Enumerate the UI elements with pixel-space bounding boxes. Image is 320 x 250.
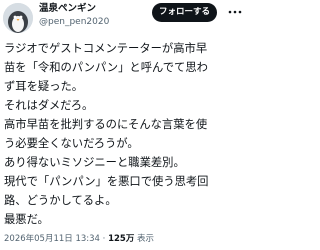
views-label: 表示: [137, 234, 155, 244]
tweet-text-line: あり得ないミソジニーと職業差別。: [4, 156, 185, 169]
tweet-text-line: 高市早苗を批判するのにそんな言葉を使: [4, 118, 208, 131]
penguin-avatar-icon: [3, 3, 33, 33]
tweet-text-line: ラジオでゲストコメンテーターが高市早: [4, 42, 208, 55]
avatar[interactable]: [3, 3, 33, 33]
more-dots-icon[interactable]: [228, 8, 242, 16]
author-display-name[interactable]: 温泉ペンギン: [39, 3, 96, 15]
author-handle[interactable]: @pen_pen2020: [39, 17, 109, 28]
views-count: 125万: [108, 234, 135, 244]
tweet-card: 温泉ペンギン @pen_pen2020 フォローする ラジオでゲストコメンテータ…: [0, 0, 247, 250]
tweet-text-line: それはダメだろ。: [4, 99, 94, 112]
tweet-text-line: 路、どうかしてるよ。: [4, 194, 117, 207]
meta-separator: ·: [102, 234, 106, 244]
tweet-text-line: 苗を「令和のパンパン」と呼んでて思わ: [4, 61, 208, 74]
follow-button[interactable]: フォローする: [152, 3, 217, 22]
tweet-text-line: ず耳を疑った。: [4, 80, 84, 93]
tweet-text-line: う必要全くないだろうが。: [4, 137, 139, 150]
tweet-text-line: 最悪だ。: [4, 213, 49, 226]
tweet-meta: 2026年05月11日 13:34 · 125万 表示: [4, 233, 154, 245]
tweet-text: ラジオでゲストコメンテーターが高市早 苗を「令和のパンパン」と呼んでて思わ ず耳…: [4, 39, 244, 229]
timestamp[interactable]: 2026年05月11日 13:34: [4, 234, 100, 244]
tweet-text-line: 現代で「パンパン」を悪口で使う思考回: [4, 175, 209, 188]
